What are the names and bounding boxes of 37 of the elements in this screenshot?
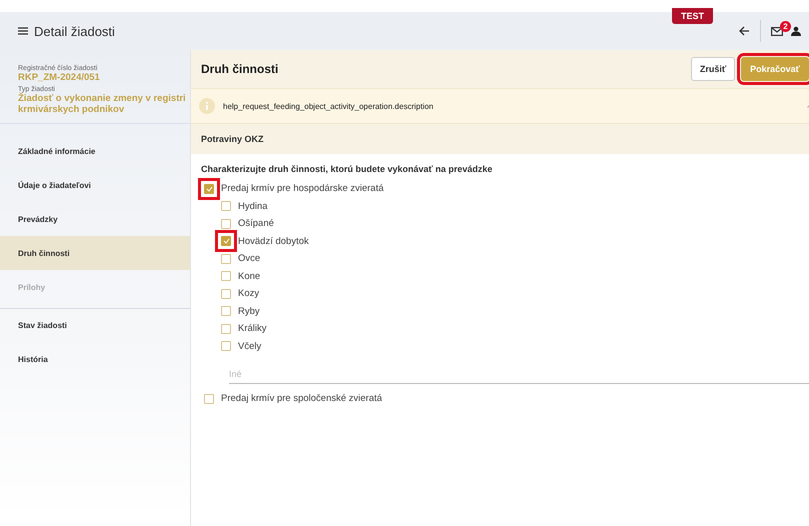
checkmark-icon — [222, 238, 230, 244]
field-value: RKP_ZM-2024/051 — [18, 72, 101, 83]
option-label: Včely — [238, 340, 262, 352]
sidebar-item[interactable]: Základné informácie — [0, 134, 190, 168]
back-arrow-icon[interactable] — [739, 26, 750, 36]
option-label: Ošípané — [238, 218, 274, 230]
environment-badge: TEST — [672, 8, 714, 24]
panel-title: Druh činnosti — [201, 62, 280, 76]
sidebar-item[interactable]: História — [0, 342, 190, 376]
user-icon[interactable] — [791, 26, 801, 36]
menu-icon[interactable] — [18, 27, 28, 35]
checkmark-icon — [206, 186, 212, 192]
section-header: Potraviny OKZ — [191, 124, 809, 154]
cancel-button[interactable]: Zrušiť — [690, 57, 736, 81]
field-value: Žiadosť o vykonanie zmeny v registri krmivárskych podnikov — [18, 93, 187, 115]
option-label: Ryby — [238, 306, 260, 317]
option-label: Hydina — [238, 200, 268, 212]
option-label: Predaj krmív pre spoločenské zvieratá — [221, 393, 382, 404]
question-text: Charakterizujte druh činnosti, ktorú budete vykonávať na prevádzke — [200, 163, 494, 176]
sidebar-item[interactable]: Údaje o žiadateľovi — [0, 168, 190, 202]
option-label: Kozy — [238, 288, 260, 300]
info-text: help_request_feeding_object_activity_operation.description — [223, 102, 434, 110]
info-icon — [199, 98, 215, 114]
option-label: Predaj krmív pre hospodárske zvieratá — [221, 183, 384, 194]
option-label: Hovädzí dobytok — [238, 236, 309, 247]
notification-count: 2 — [780, 20, 791, 32]
mail-icon[interactable] — [771, 26, 783, 36]
checkbox[interactable] — [198, 178, 220, 200]
sidebar-item[interactable]: Stav žiadosti — [0, 308, 190, 342]
sidebar-item[interactable]: Prevádzky — [0, 202, 190, 236]
sidebar-item[interactable]: Druh činnosti — [0, 236, 190, 270]
option-label: Ovce — [238, 253, 260, 264]
page-title: Detail žiadosti — [34, 24, 115, 38]
option-label: Králiky — [238, 323, 267, 334]
checkbox[interactable] — [215, 230, 237, 252]
other-input-field[interactable]: Iné — [229, 365, 809, 384]
option-label: Kone — [238, 270, 260, 282]
